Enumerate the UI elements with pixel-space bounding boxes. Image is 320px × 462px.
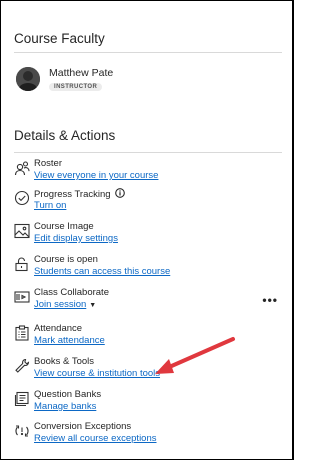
join-session-control[interactable]: Join session ▼ bbox=[34, 299, 96, 310]
avatar[interactable] bbox=[16, 67, 40, 91]
collaborate-icon bbox=[14, 289, 30, 305]
books-tools-item: Books & Tools View course & institution … bbox=[14, 356, 282, 384]
roster-item: Roster View everyone in your course bbox=[14, 158, 282, 186]
course-image-link[interactable]: Edit display settings bbox=[34, 233, 118, 244]
conversion-icon bbox=[14, 423, 30, 439]
course-open-link[interactable]: Students can access this course bbox=[34, 266, 170, 277]
info-icon[interactable] bbox=[114, 188, 125, 201]
tools-icon bbox=[14, 358, 30, 374]
roster-link[interactable]: View everyone in your course bbox=[34, 170, 158, 181]
faculty-name[interactable]: Matthew Pate bbox=[49, 67, 113, 79]
attendance-item: Attendance Mark attendance bbox=[14, 323, 282, 351]
class-collaborate-item: Class Collaborate Join session ▼ ••• bbox=[14, 287, 282, 315]
attendance-link[interactable]: Mark attendance bbox=[34, 335, 105, 346]
course-open-item: Course is open Students can access this … bbox=[14, 254, 282, 282]
conversion-exceptions-title: Conversion Exceptions bbox=[34, 421, 132, 432]
more-options-icon[interactable]: ••• bbox=[262, 293, 278, 307]
question-bank-icon bbox=[14, 391, 30, 407]
course-open-title: Course is open bbox=[34, 254, 98, 265]
divider bbox=[14, 52, 282, 53]
question-banks-link[interactable]: Manage banks bbox=[34, 401, 96, 412]
conversion-exceptions-link[interactable]: Review all course exceptions bbox=[34, 433, 157, 444]
course-image-title: Course Image bbox=[34, 221, 94, 232]
role-badge: INSTRUCTOR bbox=[49, 83, 103, 91]
image-icon bbox=[14, 223, 30, 239]
progress-tracking-label: Progress Tracking bbox=[34, 189, 111, 200]
books-tools-title: Books & Tools bbox=[34, 356, 95, 367]
roster-title: Roster bbox=[34, 158, 62, 169]
course-faculty-heading: Course Faculty bbox=[14, 31, 105, 46]
progress-tracking-item: Progress Tracking Turn on bbox=[14, 188, 282, 216]
books-tools-link[interactable]: View course & institution tools bbox=[34, 368, 160, 379]
panel-content: Course Faculty Matthew Pate INSTRUCTOR D… bbox=[14, 15, 282, 459]
question-banks-title: Question Banks bbox=[34, 389, 102, 400]
course-details-panel: Course Faculty Matthew Pate INSTRUCTOR D… bbox=[0, 0, 294, 460]
join-session-link[interactable]: Join session bbox=[34, 299, 86, 310]
progress-tracking-link[interactable]: Turn on bbox=[34, 200, 66, 211]
progress-check-icon bbox=[14, 190, 30, 206]
conversion-exceptions-item: Conversion Exceptions Review all course … bbox=[14, 421, 282, 449]
attendance-title: Attendance bbox=[34, 323, 83, 334]
chevron-down-icon[interactable]: ▼ bbox=[89, 302, 96, 309]
class-collaborate-title: Class Collaborate bbox=[34, 287, 109, 298]
question-banks-item: Question Banks Manage banks bbox=[14, 389, 282, 417]
details-actions-heading: Details & Actions bbox=[14, 128, 116, 143]
roster-icon bbox=[14, 160, 30, 176]
unlock-icon bbox=[14, 256, 30, 272]
attendance-icon bbox=[14, 325, 30, 341]
course-image-item: Course Image Edit display settings bbox=[14, 221, 282, 249]
annotation-arrow-icon bbox=[155, 337, 235, 374]
divider bbox=[14, 152, 282, 153]
